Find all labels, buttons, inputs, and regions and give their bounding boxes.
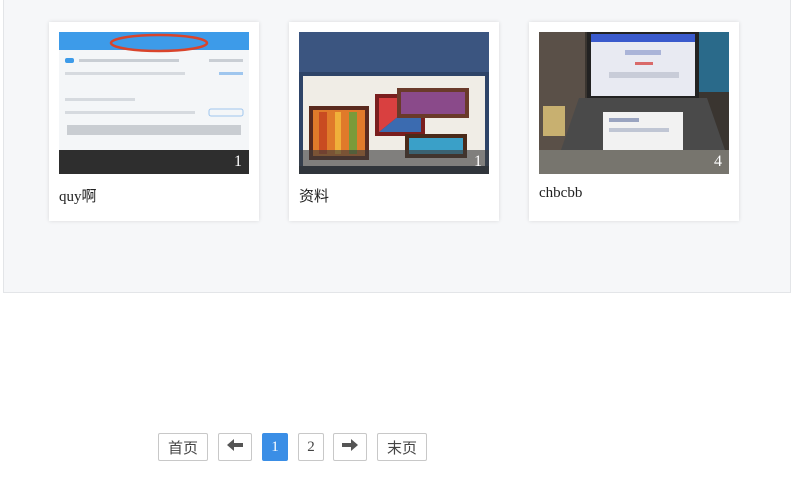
next-page-button[interactable] — [333, 433, 367, 461]
album-thumbnail[interactable]: 4 — [539, 32, 729, 174]
album-grid-panel: 1 quy啊 1 资料 4 chbcbb — [3, 0, 791, 293]
album-thumbnail[interactable]: 1 — [59, 32, 249, 174]
image-count: 1 — [474, 153, 482, 170]
image-count: 4 — [714, 153, 722, 170]
album-thumbnail[interactable]: 1 — [299, 32, 489, 174]
last-page-button[interactable]: 末页 — [377, 433, 427, 461]
image-count-bar: 1 — [59, 150, 249, 174]
arrow-left-icon — [226, 438, 244, 457]
prev-page-button[interactable] — [218, 433, 252, 461]
album-card[interactable]: 1 资料 — [289, 22, 499, 221]
album-title[interactable]: quy啊 — [59, 185, 97, 206]
image-count: 1 — [234, 153, 242, 170]
arrow-right-icon — [341, 438, 359, 457]
album-card[interactable]: 4 chbcbb — [529, 22, 739, 221]
album-title[interactable]: chbcbb — [539, 185, 582, 202]
album-title[interactable]: 资料 — [299, 185, 329, 206]
first-page-button[interactable]: 首页 — [158, 433, 208, 461]
image-count-bar: 1 — [299, 150, 489, 174]
image-count-bar: 4 — [539, 150, 729, 174]
album-card[interactable]: 1 quy啊 — [49, 22, 259, 221]
page-2-button[interactable]: 2 — [298, 433, 324, 461]
page-1-button[interactable]: 1 — [262, 433, 288, 461]
